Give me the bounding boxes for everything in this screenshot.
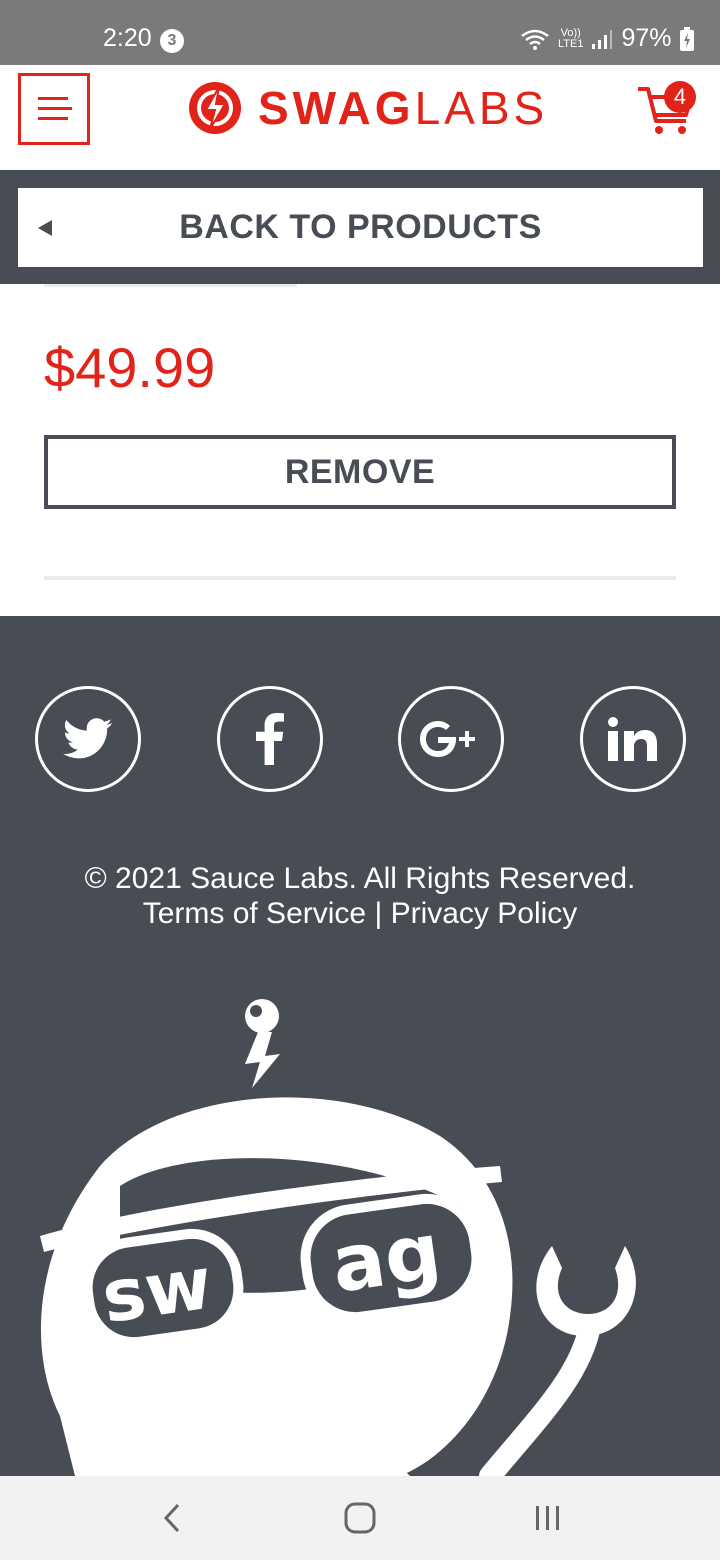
system-nav-bar (0, 1476, 720, 1560)
status-bar: 2:20 3 Vo)) LTE1 97% (0, 0, 720, 65)
privacy-policy-link[interactable]: Privacy Policy (391, 897, 578, 930)
nav-back-icon (163, 1503, 180, 1533)
google-plus-button[interactable] (398, 686, 504, 792)
logo-text: SWAGLABS (258, 81, 548, 135)
remove-button[interactable]: REMOVE (44, 435, 676, 509)
twitter-button[interactable] (35, 686, 141, 792)
nav-back-button[interactable] (142, 1496, 202, 1540)
menu-button[interactable] (18, 73, 90, 145)
back-to-products-button[interactable]: BACK TO PRODUCTS (18, 188, 703, 267)
app-header: SWAGLABS 4 (0, 65, 720, 170)
cart-count-badge: 4 (664, 81, 696, 113)
twitter-icon (63, 718, 113, 759)
menu-icon (38, 97, 72, 120)
nav-home-button[interactable] (330, 1496, 390, 1540)
nav-recents-icon (536, 1506, 559, 1530)
link-separator: | (374, 897, 383, 930)
image-divider (44, 284, 297, 287)
footer-links: Terms of Service | Privacy Policy (0, 896, 720, 932)
copyright-text: © 2021 Sauce Labs. All Rights Reserved. (84, 862, 636, 895)
facebook-icon (256, 713, 284, 765)
swag-labs-logo-icon (189, 82, 241, 134)
volte-label: Vo)) (560, 26, 581, 39)
footer: © 2021 Sauce Labs. All Rights Reserved. … (0, 616, 720, 1476)
battery-percent: 97% (621, 24, 672, 52)
logo-text-bold: SWAG (258, 82, 415, 134)
back-bar: BACK TO PRODUCTS (0, 170, 720, 284)
product-price: $49.99 (44, 336, 216, 399)
wifi-icon (521, 29, 549, 50)
mascot-text-ag: ag (326, 1207, 446, 1311)
logo-text-light: LABS (414, 82, 549, 134)
mascot-text-sw: sw (97, 1241, 217, 1339)
linkedin-button[interactable] (580, 686, 686, 792)
nav-recents-button[interactable] (518, 1496, 578, 1540)
notification-count-badge: 3 (160, 29, 184, 53)
network-type: Vo)) LTE1 (558, 26, 584, 50)
content-divider (44, 576, 676, 580)
signal-icon (592, 29, 613, 49)
back-to-products-label: BACK TO PRODUCTS (179, 208, 542, 246)
swag-labs-logo: SWAGLABS (188, 81, 548, 135)
terms-of-service-link[interactable]: Terms of Service (143, 897, 366, 930)
lte-label: LTE1 (558, 37, 584, 50)
nav-home-icon (344, 1502, 376, 1534)
facebook-button[interactable] (217, 686, 323, 792)
linkedin-icon (608, 717, 657, 761)
status-time: 2:20 (103, 24, 152, 52)
google-plus-icon (420, 721, 475, 757)
swag-robot-mascot: sw ag (40, 999, 636, 1476)
status-icons: Vo)) LTE1 97% (520, 24, 694, 53)
battery-charging-icon (679, 26, 694, 51)
